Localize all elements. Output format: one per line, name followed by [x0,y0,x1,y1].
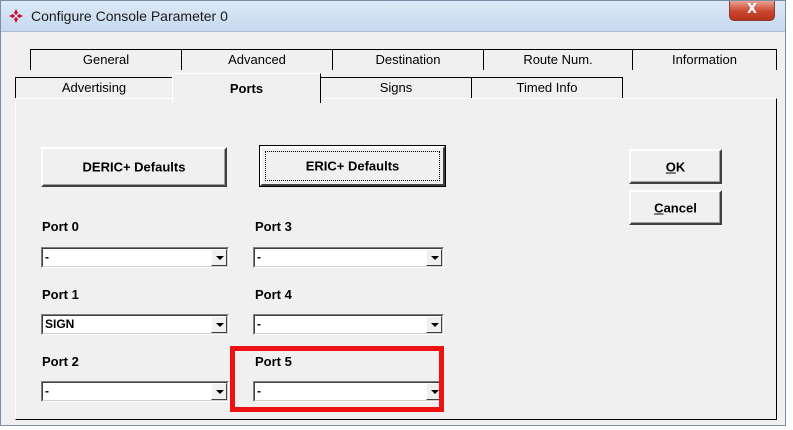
chevron-down-icon[interactable] [211,316,227,333]
tab-signs[interactable]: Signs [320,77,472,99]
tab-label: Route Num. [523,52,593,67]
ok-label: OK [665,159,686,174]
eric-defaults-button[interactable]: ERIC+ Defaults [259,145,446,187]
deric-defaults-label: DERIC+ Defaults [82,159,186,175]
port-5-highlight-box [230,346,444,412]
tab-ports[interactable]: Ports [172,73,321,103]
port-1-value: SIGN [45,317,75,331]
chevron-down-icon[interactable] [211,249,227,266]
tab-label: Signs [379,80,413,95]
port-4-value: - [257,317,261,331]
port-2-select[interactable]: - [41,381,229,402]
tab-label: Advertising [61,80,127,95]
port-3-value: - [257,250,261,264]
chevron-down-icon[interactable] [211,383,227,400]
eric-defaults-label: ERIC+ Defaults [305,158,400,174]
port-0-value: - [45,250,49,264]
title-bar[interactable]: Configure Console Parameter 0 X [1,1,785,32]
tab-label: Advanced [228,52,286,67]
tab-label: General [82,52,130,67]
tab-route-num[interactable]: Route Num. [483,49,633,70]
cancel-label: Cancel [654,200,697,215]
tab-advanced[interactable]: Advanced [181,49,333,70]
close-button[interactable]: X [729,1,775,21]
tab-information[interactable]: Information [632,49,777,70]
chevron-down-icon[interactable] [426,249,442,266]
tab-timed-info[interactable]: Timed Info [471,77,623,99]
port-2-value: - [45,384,49,398]
deric-defaults-button[interactable]: DERIC+ Defaults [41,147,227,187]
app-diamond-icon [9,9,23,23]
cancel-button[interactable]: Cancel [629,190,722,225]
close-icon: X [746,2,758,17]
window-title: Configure Console Parameter 0 [31,8,228,24]
port-1-select[interactable]: SIGN [41,314,229,335]
tab-label: Destination [375,52,441,67]
tab-advertising[interactable]: Advertising [15,77,173,99]
ok-button[interactable]: OK [629,149,722,184]
chevron-down-icon[interactable] [426,316,442,333]
tab-general[interactable]: General [30,49,182,70]
tab-label: Timed Info [516,80,578,95]
tab-destination[interactable]: Destination [332,49,484,70]
tab-label: Information [671,52,738,67]
tab-label: Ports [229,81,264,96]
port-0-select[interactable]: - [41,247,229,268]
port-4-select[interactable]: - [253,314,444,335]
port-3-select[interactable]: - [253,247,444,268]
